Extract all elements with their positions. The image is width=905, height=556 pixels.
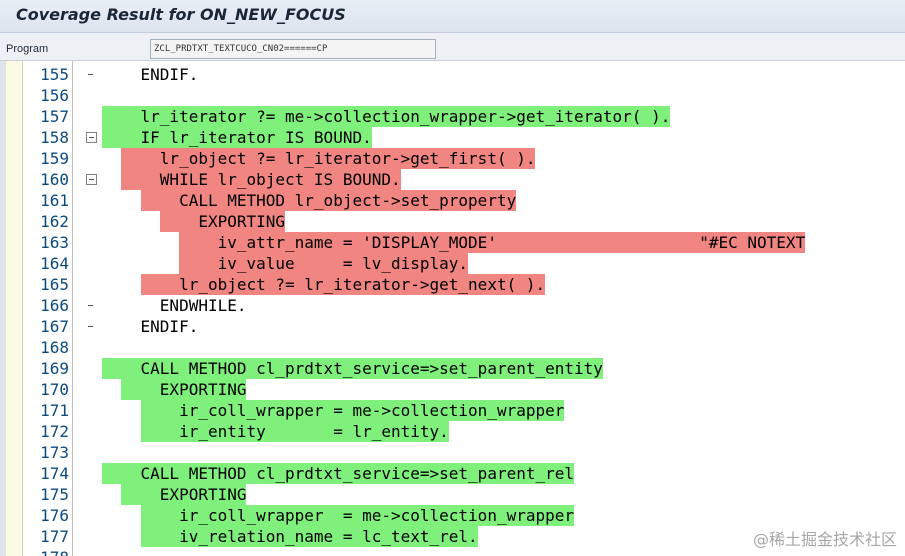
code-text: EXPORTING [102,485,247,504]
line-number: 168 [40,338,69,357]
code-line[interactable]: 176 ir_coll_wrapper = me->collection_wra… [0,505,905,526]
code-line[interactable]: 163 iv_attr_name = 'DISPLAY_MODE' "#EC N… [0,232,905,253]
program-bar: Program ZCL_PRDTXT_TEXTCUCO_CN02======CP [0,33,905,61]
line-number: 172 [40,422,69,441]
code-text: CALL METHOD cl_prdtxt_service=>set_paren… [102,359,603,378]
code-line[interactable]: 166 ENDWHILE. [0,295,905,316]
fold-guide [86,342,97,353]
fold-guide [86,279,97,290]
line-number: 161 [40,191,69,210]
line-number: 166 [40,296,69,315]
line-number: 158 [40,128,69,147]
code-text: EXPORTING [102,380,247,399]
line-number: 174 [40,464,69,483]
fold-guide [86,363,97,374]
code-line[interactable]: 167 ENDIF. [0,316,905,337]
code-text: ir_entity = lr_entity. [102,422,449,441]
fold-guide [86,90,97,101]
window-title: Coverage Result for ON_NEW_FOCUS [16,5,346,24]
code-line[interactable]: 155 ENDIF. [0,64,905,85]
code-line[interactable]: 168 [0,337,905,358]
title-bar: Coverage Result for ON_NEW_FOCUS [0,0,905,33]
code-text: ir_coll_wrapper = me->collection_wrapper [102,401,565,420]
fold-guide [86,447,97,458]
code-line[interactable]: 175 EXPORTING [0,484,905,505]
fold-guide [86,531,97,542]
code-line[interactable]: 170 EXPORTING [0,379,905,400]
line-number: 164 [40,254,69,273]
code-line[interactable]: 165 lr_object ?= lr_iterator->get_next( … [0,274,905,295]
watermark: @稀土掘金技术社区 [752,530,897,549]
code-text: WHILE lr_object IS BOUND. [102,170,401,189]
fold-guide [86,426,97,437]
fold-guide [86,258,97,269]
line-number: 156 [40,86,69,105]
code-text: lr_object ?= lr_iterator->get_next( ). [102,275,546,294]
fold-end-icon [86,300,97,311]
line-number: 160 [40,170,69,189]
code-text: EXPORTING [102,212,286,231]
code-line[interactable]: 169 CALL METHOD cl_prdtxt_service=>set_p… [0,358,905,379]
code-line[interactable]: 173 [0,442,905,463]
line-number: 176 [40,506,69,525]
fold-guide [86,111,97,122]
code-line[interactable]: 162 EXPORTING [0,211,905,232]
fold-guide [86,153,97,164]
collapse-icon[interactable] [86,132,97,143]
code-line[interactable]: 172 ir_entity = lr_entity. [0,421,905,442]
code-text: iv_relation_name = lc_text_rel. [102,527,478,546]
code-text: CALL METHOD cl_prdtxt_service=>set_paren… [102,464,575,483]
line-number: 165 [40,275,69,294]
code-line[interactable]: 174 CALL METHOD cl_prdtxt_service=>set_p… [0,463,905,484]
program-field[interactable]: ZCL_PRDTXT_TEXTCUCO_CN02======CP [150,39,436,59]
code-line[interactable]: 158 IF lr_iterator IS BOUND. [0,127,905,148]
program-label: Program [6,43,49,55]
line-number: 175 [40,485,69,504]
fold-guide [86,489,97,500]
line-number: 171 [40,401,69,420]
fold-guide [86,216,97,227]
code-text: lr_object ?= lr_iterator->get_first( ). [102,149,536,168]
code-line[interactable]: 161 CALL METHOD lr_object->set_property [0,190,905,211]
code-line[interactable]: 171 ir_coll_wrapper = me->collection_wra… [0,400,905,421]
fold-guide [86,468,97,479]
code-text: IF lr_iterator IS BOUND. [102,128,372,147]
line-number: 162 [40,212,69,231]
fold-guide [86,384,97,395]
code-editor[interactable]: 155 ENDIF. 156 157 lr_iterator ?= me->coll… [0,61,905,556]
code-text: ir_coll_wrapper = me->collection_wrapper [102,506,575,525]
line-number: 159 [40,149,69,168]
code-text: ENDWHILE. [102,296,247,315]
fold-end-icon [86,69,97,80]
code-text: iv_value = lv_display. [102,254,469,273]
collapse-icon[interactable] [86,174,97,185]
code-text: CALL METHOD lr_object->set_property [102,191,517,210]
line-number: 163 [40,233,69,252]
line-number: 157 [40,107,69,126]
code-line[interactable]: 156 [0,85,905,106]
fold-end-icon [86,321,97,332]
line-number: 177 [40,527,69,546]
fold-guide [86,195,97,206]
code-text: lr_iterator ?= me->collection_wrapper->g… [102,107,671,126]
line-number: 173 [40,443,69,462]
fold-guide [86,552,97,556]
line-number: 169 [40,359,69,378]
code-line[interactable]: 157 lr_iterator ?= me->collection_wrappe… [0,106,905,127]
line-number: 178 [24,547,69,556]
line-number: 167 [40,317,69,336]
line-number: 170 [40,380,69,399]
code-line[interactable]: 159 lr_object ?= lr_iterator->get_first(… [0,148,905,169]
fold-guide [86,237,97,248]
fold-guide [86,510,97,521]
code-text: ENDIF. [102,317,199,336]
line-number: 155 [40,65,69,84]
fold-guide [86,405,97,416]
code-line[interactable]: 164 iv_value = lv_display. [0,253,905,274]
code-text: ENDIF. [102,65,199,84]
code-text: iv_attr_name = 'DISPLAY_MODE' "#EC NOTEX… [102,233,806,252]
code-line[interactable]: 160 WHILE lr_object IS BOUND. [0,169,905,190]
